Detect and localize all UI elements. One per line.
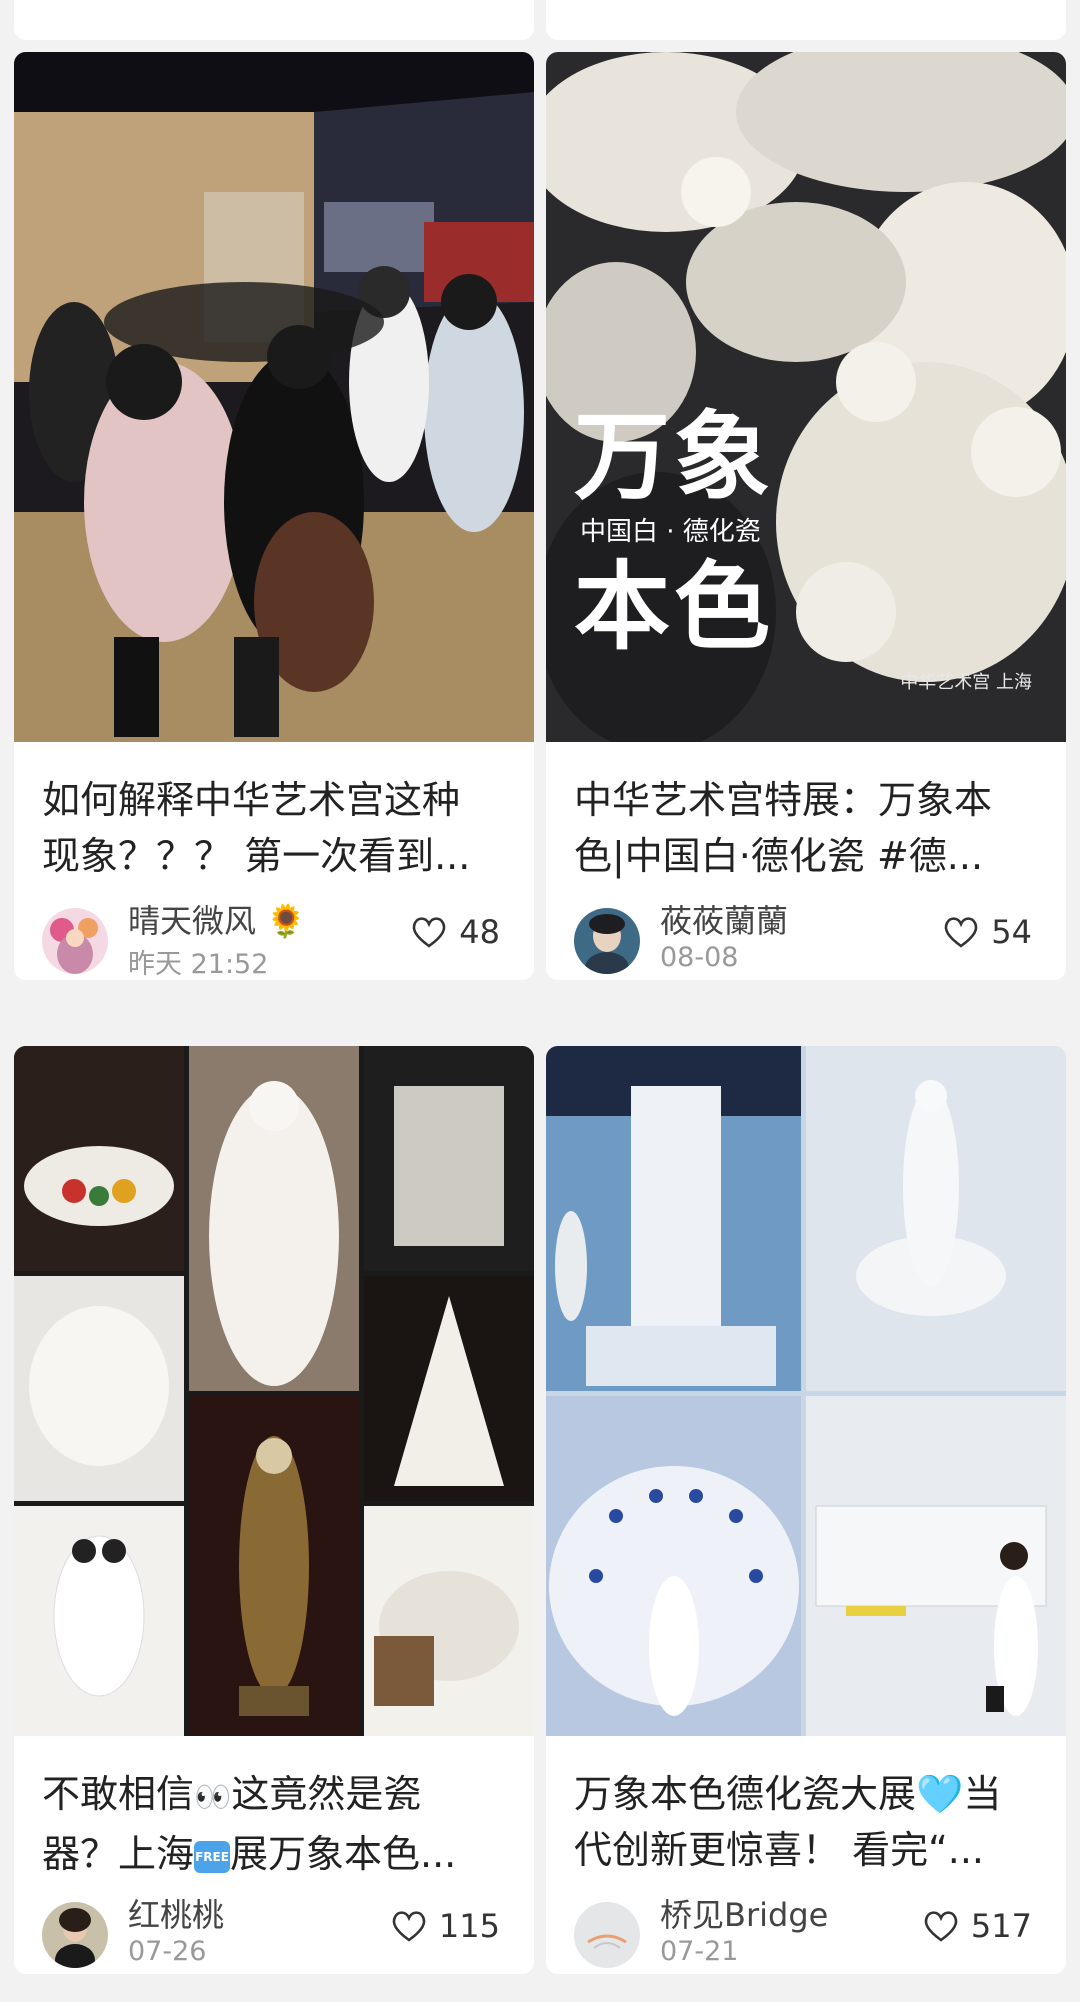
previous-card-right[interactable] bbox=[546, 0, 1066, 40]
poster-caption: 中华艺术宫 上海 bbox=[900, 672, 1032, 693]
avatar[interactable] bbox=[574, 1902, 640, 1968]
avatar[interactable] bbox=[42, 1902, 108, 1968]
like-count: 54 bbox=[991, 913, 1032, 951]
title-text: 当 bbox=[963, 1772, 1002, 1816]
post-date: 08-08 bbox=[660, 942, 739, 973]
title-text: 器？上海 bbox=[42, 1832, 195, 1876]
heart-icon bbox=[924, 1911, 958, 1942]
poster-subtitle: 中国白 · 德化瓷 bbox=[580, 517, 761, 547]
title-line: 现象？？？ 第一次看到... bbox=[42, 834, 471, 878]
author-name[interactable]: 桥见Bridge bbox=[660, 1890, 828, 1936]
cover-image-museum-crowd[interactable] bbox=[14, 52, 534, 742]
author-name[interactable]: 晴天微风 🌻 bbox=[128, 896, 306, 942]
eyes-icon: 👀 bbox=[194, 1780, 232, 1815]
heart-icon bbox=[944, 917, 978, 948]
post-date: 昨天 21:52 bbox=[128, 949, 269, 980]
note-card[interactable]: 万象 中国白 · 德化瓷 本色 中华艺术宫 上海 中华艺术宫特展：万象本 色|中… bbox=[546, 52, 1066, 980]
title-line: 代创新更惊喜！ 看完“... bbox=[574, 1828, 985, 1872]
note-card[interactable]: 如何解释中华艺术宫这种 现象？？？ 第一次看到... 晴天微风 🌻 昨天 21:… bbox=[14, 52, 534, 980]
like-button[interactable]: 54 bbox=[941, 912, 1032, 952]
title-line: 器？上海FREE展万象本色... bbox=[42, 1826, 506, 1878]
previous-card-left[interactable] bbox=[14, 0, 534, 40]
like-count: 517 bbox=[970, 1907, 1032, 1945]
title-line: 如何解释中华艺术宫这种 bbox=[42, 778, 461, 822]
title-text: 万象本色德化瓷大展 bbox=[574, 1772, 917, 1816]
title-text: 这竟然是瓷 bbox=[231, 1772, 422, 1816]
note-title[interactable]: 如何解释中华艺术宫这种 现象？？？ 第一次看到... bbox=[14, 742, 534, 884]
title-line: 万象本色德化瓷大展🩵当 bbox=[574, 1766, 1038, 1822]
poster-title-top: 万象 bbox=[574, 401, 774, 513]
like-button[interactable]: 517 bbox=[921, 1906, 1032, 1946]
poster-title-bottom: 本色 bbox=[574, 551, 774, 663]
avatar[interactable] bbox=[574, 908, 640, 974]
note-meta: 红桃桃 07-26 115 bbox=[14, 1878, 534, 1974]
heart-icon bbox=[392, 1911, 426, 1942]
title-line: 色|中国白·德化瓷 #德... bbox=[574, 834, 984, 878]
free-badge-icon: FREE bbox=[194, 1840, 231, 1873]
like-button[interactable]: 115 bbox=[389, 1906, 500, 1946]
avatar[interactable] bbox=[42, 908, 108, 974]
post-date: 07-21 bbox=[660, 1936, 739, 1967]
note-meta: 桥见Bridge 07-21 517 bbox=[546, 1878, 1066, 1974]
sunflower-icon: 🌻 bbox=[266, 902, 307, 940]
like-count: 48 bbox=[459, 913, 500, 951]
heart-icon bbox=[412, 917, 446, 948]
post-date: 07-26 bbox=[128, 1936, 207, 1967]
like-count: 115 bbox=[438, 1907, 500, 1945]
title-line: 中华艺术宫特展：万象本 bbox=[574, 778, 993, 822]
like-button[interactable]: 48 bbox=[409, 912, 500, 952]
cover-image-porcelain-poster[interactable]: 万象 中国白 · 德化瓷 本色 中华艺术宫 上海 bbox=[546, 52, 1066, 742]
title-text: 展万象本色... bbox=[230, 1832, 457, 1876]
cover-image-exhibition-collage[interactable] bbox=[546, 1046, 1066, 1736]
note-title[interactable]: 不敢相信👀这竟然是瓷 器？上海FREE展万象本色... bbox=[14, 1736, 534, 1878]
note-title[interactable]: 万象本色德化瓷大展🩵当 代创新更惊喜！ 看完“... bbox=[546, 1736, 1066, 1878]
author-name[interactable]: 莜莜蘭蘭 bbox=[660, 896, 788, 942]
note-card[interactable]: 不敢相信👀这竟然是瓷 器？上海FREE展万象本色... 红桃桃 07-26 11… bbox=[14, 1046, 534, 1974]
light-blue-heart-icon: 🩵 bbox=[916, 1772, 964, 1816]
title-line: 不敢相信👀这竟然是瓷 bbox=[42, 1766, 506, 1826]
note-meta: 晴天微风 🌻 昨天 21:52 48 bbox=[14, 884, 534, 980]
note-card[interactable]: 万象本色德化瓷大展🩵当 代创新更惊喜！ 看完“... 桥见Bridge 07-2… bbox=[546, 1046, 1066, 1974]
author-name[interactable]: 红桃桃 bbox=[128, 1890, 224, 1936]
note-meta: 莜莜蘭蘭 08-08 54 bbox=[546, 884, 1066, 980]
author-text: 晴天微风 bbox=[128, 902, 257, 940]
cover-image-porcelain-collage[interactable] bbox=[14, 1046, 534, 1736]
title-text: 不敢相信 bbox=[42, 1772, 195, 1816]
note-title[interactable]: 中华艺术宫特展：万象本 色|中国白·德化瓷 #德... bbox=[546, 742, 1066, 884]
